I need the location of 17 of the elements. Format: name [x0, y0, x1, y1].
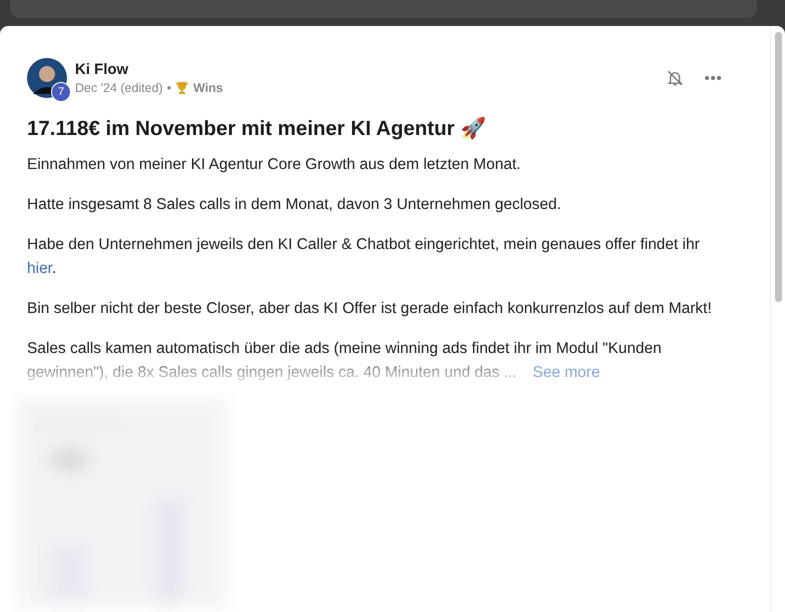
- link[interactable]: hier: [27, 260, 52, 277]
- level-badge: 7: [51, 82, 71, 102]
- text-line: gewinnen"), die 8x Sales calls gingen jeweils ca. 40 Minuten und das ...: [27, 363, 517, 383]
- post-paragraph: Bin selber nicht der beste Closer, aber das KI Offer ist gerade einfach konkurrenzlos auf dem Markt!: [27, 299, 713, 319]
- author-name[interactable]: Ki Flow: [75, 61, 658, 78]
- text-line: Sales calls kamen automatisch über die ads (meine winning ads findet ihr im Modul "Kunden: [27, 339, 662, 359]
- separator: •: [166, 81, 172, 95]
- more-icon[interactable]: [704, 75, 722, 81]
- post-paragraph: Einnahmen von meiner KI Agentur Core Growth aus dem letzten Monat.: [27, 155, 522, 175]
- post-paragraph: Habe den Unternehmen jeweils den KI Caller & Chatbot eingerichtet, mein genaues offer findet ihr hier.: [27, 235, 701, 279]
- post-paragraph: Hatte insgesamt 8 Sales calls in dem Monat, davon 3 Unternehmen geclosed.: [27, 195, 562, 215]
- category-label[interactable]: Wins: [193, 81, 223, 95]
- trophy-icon: [175, 81, 190, 95]
- scrollbar[interactable]: [774, 32, 782, 302]
- bell-off-icon[interactable]: [666, 69, 684, 87]
- post-title: 17.118€ im November mit meiner KI Agentur 🚀: [27, 116, 488, 141]
- post-date: Dec '24 (edited): [75, 81, 163, 95]
